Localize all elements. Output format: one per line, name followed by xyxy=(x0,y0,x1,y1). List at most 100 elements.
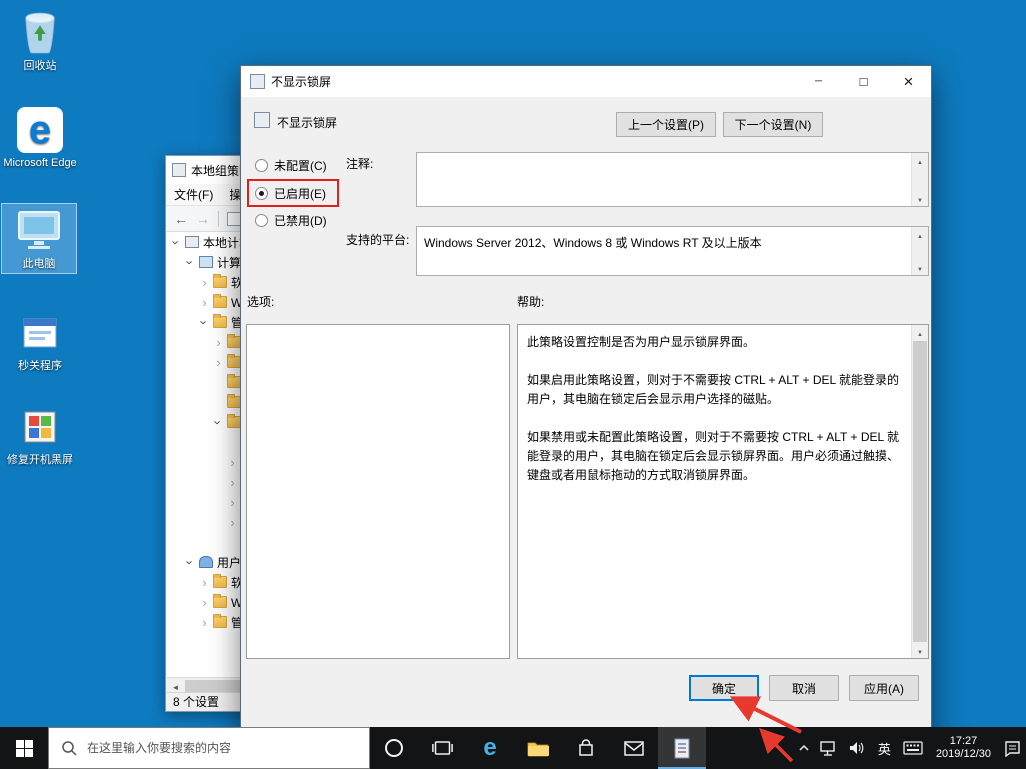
expander-icon[interactable] xyxy=(198,615,211,630)
tray-chevron-up-icon[interactable] xyxy=(793,727,815,769)
desktop-icon-label: 秒关程序 xyxy=(2,360,78,373)
next-setting-button[interactable]: 下一个设置(N) xyxy=(723,112,823,137)
tray-volume-icon[interactable] xyxy=(843,727,871,769)
apply-button[interactable]: 应用(A) xyxy=(849,675,919,701)
system-tray: 英 17:27 2019/12/30 xyxy=(793,727,1026,769)
expander-icon[interactable] xyxy=(226,515,239,530)
window-controls xyxy=(796,66,931,97)
previous-setting-button[interactable]: 上一个设置(P) xyxy=(616,112,716,137)
scroll-down-icon[interactable] xyxy=(912,260,928,275)
expander-icon[interactable] xyxy=(198,595,211,610)
comment-textarea[interactable] xyxy=(416,152,929,207)
policy-setting-dialog: 不显示锁屏 不显示锁屏 上一个设置(P) 下一个设置(N) 未配置(C) 已启用… xyxy=(240,65,932,741)
gpedit-icon xyxy=(673,738,691,759)
desktop-icon-label: 此电脑 xyxy=(2,258,76,271)
dialog-body: 不显示锁屏 上一个设置(P) 下一个设置(N) 未配置(C) 已启用(E) 已禁… xyxy=(241,97,931,740)
windows-logo-icon xyxy=(16,740,33,757)
folder-icon xyxy=(227,336,241,348)
expander-icon[interactable] xyxy=(226,455,239,470)
scroll-down-icon[interactable] xyxy=(912,191,928,206)
tray-keyboard-icon[interactable] xyxy=(898,727,928,769)
folder-icon xyxy=(213,316,227,328)
dialog-title: 不显示锁屏 xyxy=(271,73,331,90)
action-center-icon[interactable] xyxy=(999,727,1026,769)
computer-icon xyxy=(199,256,213,268)
task-view-button[interactable] xyxy=(418,727,466,769)
radio-label: 已禁用(D) xyxy=(274,212,327,229)
dialog-titlebar[interactable]: 不显示锁屏 xyxy=(241,66,931,97)
taskbar-search[interactable] xyxy=(48,727,370,769)
search-icon xyxy=(61,740,77,756)
radio-not-configured[interactable]: 未配置(C) xyxy=(255,157,327,174)
desktop-icon-quick-close[interactable]: 秒关程序 xyxy=(2,306,78,375)
taskbar: 英 17:27 2019/12/30 xyxy=(0,727,1026,769)
dialog-icon xyxy=(250,74,265,89)
tray-network-icon[interactable] xyxy=(815,727,843,769)
expander-icon[interactable] xyxy=(212,415,225,430)
supported-label: 支持的平台: xyxy=(346,231,409,248)
desktop-icon-this-pc[interactable]: 此电脑 xyxy=(1,203,77,274)
scroll-up-icon[interactable] xyxy=(912,325,928,340)
menu-file[interactable]: 文件(F) xyxy=(166,186,221,203)
cortana-button[interactable] xyxy=(370,727,418,769)
expander-icon[interactable] xyxy=(212,335,225,350)
desktop-icon-label: 修复开机黑屏 xyxy=(2,454,78,467)
scroll-down-icon[interactable] xyxy=(912,643,928,658)
ok-button[interactable]: 确定 xyxy=(689,675,759,701)
expander-icon[interactable] xyxy=(212,355,225,370)
expander-icon[interactable] xyxy=(226,495,239,510)
expander-icon[interactable] xyxy=(184,555,197,570)
folder-icon xyxy=(213,276,227,288)
help-text: 此策略设置控制是否为用户显示锁屏界面。 如果启用此策略设置，则对于不需要按 CT… xyxy=(518,325,910,658)
mail-icon xyxy=(624,741,644,756)
expander-icon[interactable] xyxy=(198,575,211,590)
desktop: 回收站 Microsoft Edge 此电脑 秒关程序 xyxy=(0,0,1026,769)
gpedit-taskbar-button[interactable] xyxy=(658,727,706,769)
store-button[interactable] xyxy=(562,727,610,769)
task-view-icon xyxy=(432,739,453,757)
mail-button[interactable] xyxy=(610,727,658,769)
desktop-icon-recycle-bin[interactable]: 回收站 xyxy=(2,6,78,75)
comment-scrollbar[interactable] xyxy=(911,153,928,206)
expander-icon[interactable] xyxy=(198,315,211,330)
minimize-icon[interactable] xyxy=(796,66,841,97)
scroll-up-icon[interactable] xyxy=(912,227,928,242)
help-scrollbar[interactable] xyxy=(911,325,928,658)
edge-taskbar-button[interactable] xyxy=(466,727,514,769)
supported-textarea: Windows Server 2012、Windows 8 或 Windows … xyxy=(416,226,929,276)
desktop-icon-fix-boot[interactable]: 修复开机黑屏 xyxy=(2,400,78,469)
supported-scrollbar[interactable] xyxy=(911,227,928,275)
scrollbar-thumb[interactable] xyxy=(913,341,927,642)
expander-icon[interactable] xyxy=(198,295,211,310)
desktop-icon-edge[interactable]: Microsoft Edge xyxy=(2,103,78,172)
cancel-button[interactable]: 取消 xyxy=(769,675,839,701)
help-panel: 此策略设置控制是否为用户显示锁屏界面。 如果启用此策略设置，则对于不需要按 CT… xyxy=(517,324,929,659)
radio-label: 未配置(C) xyxy=(274,157,327,174)
radio-enabled[interactable]: 已启用(E) xyxy=(255,185,326,202)
back-icon[interactable] xyxy=(170,211,192,227)
tray-ime-indicator[interactable]: 英 xyxy=(871,727,898,769)
tray-date: 2019/12/30 xyxy=(936,748,991,761)
file-explorer-icon xyxy=(527,739,549,757)
expander-icon[interactable] xyxy=(226,475,239,490)
gpedit-window-icon xyxy=(172,163,186,177)
search-input[interactable] xyxy=(87,741,369,755)
close-icon[interactable] xyxy=(886,66,931,97)
radio-circle xyxy=(255,159,268,172)
file-explorer-button[interactable] xyxy=(514,727,562,769)
expander-icon[interactable] xyxy=(184,255,197,270)
document-icon[interactable] xyxy=(227,212,241,226)
store-icon xyxy=(577,739,595,757)
forward-icon[interactable] xyxy=(192,211,214,227)
radio-disabled[interactable]: 已禁用(D) xyxy=(255,212,327,229)
scroll-up-icon[interactable] xyxy=(912,153,928,168)
maximize-icon[interactable] xyxy=(841,66,886,97)
start-button[interactable] xyxy=(0,727,48,769)
cortana-icon xyxy=(384,738,404,758)
expander-icon[interactable] xyxy=(170,235,183,250)
desktop-icon-label: 回收站 xyxy=(2,60,78,73)
policy-root-icon xyxy=(185,236,199,248)
policy-name: 不显示锁屏 xyxy=(277,114,337,131)
expander-icon[interactable] xyxy=(198,275,211,290)
tray-clock[interactable]: 17:27 2019/12/30 xyxy=(928,735,999,761)
